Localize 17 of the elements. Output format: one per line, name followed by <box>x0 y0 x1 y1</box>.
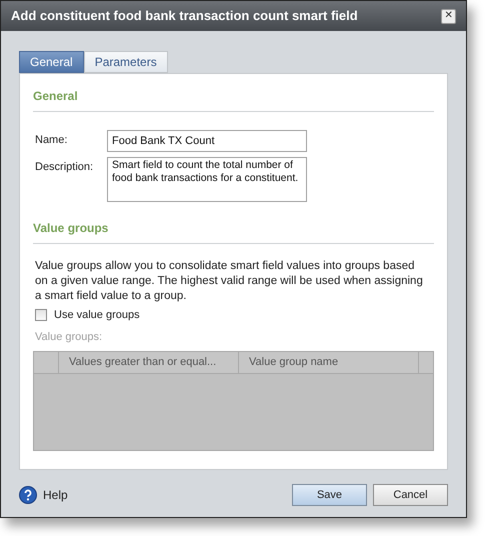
value-groups-description: Value groups allow you to consolidate smart field values into groups based on a given value range. The highest valid range will be used when assigning a smart field value to a group. <box>34 259 424 304</box>
field-label: Description: <box>35 160 94 175</box>
description-field[interactable]: Smart field to count the total number of food bank transactions for a constituent. <box>107 157 307 202</box>
cancel-button[interactable]: Cancel <box>373 484 448 506</box>
help-icon[interactable] <box>19 486 37 504</box>
window-title: Add constituent food bank transaction count smart field <box>11 7 358 26</box>
close-button[interactable]: ✕ <box>441 8 456 24</box>
checkbox-label: Use value groups <box>54 308 140 323</box>
section-heading: General <box>33 89 78 103</box>
name-field[interactable]: Food Bank TX Count <box>107 130 307 152</box>
section-heading: Value groups <box>33 221 108 235</box>
save-button[interactable]: Save <box>292 484 367 506</box>
tab[interactable]: General <box>19 51 84 73</box>
help-link[interactable]: Help <box>43 486 68 504</box>
tab[interactable]: Parameters <box>84 51 168 73</box>
grid-label: Value groups: <box>34 330 104 344</box>
field-label: Name: <box>35 133 68 148</box>
